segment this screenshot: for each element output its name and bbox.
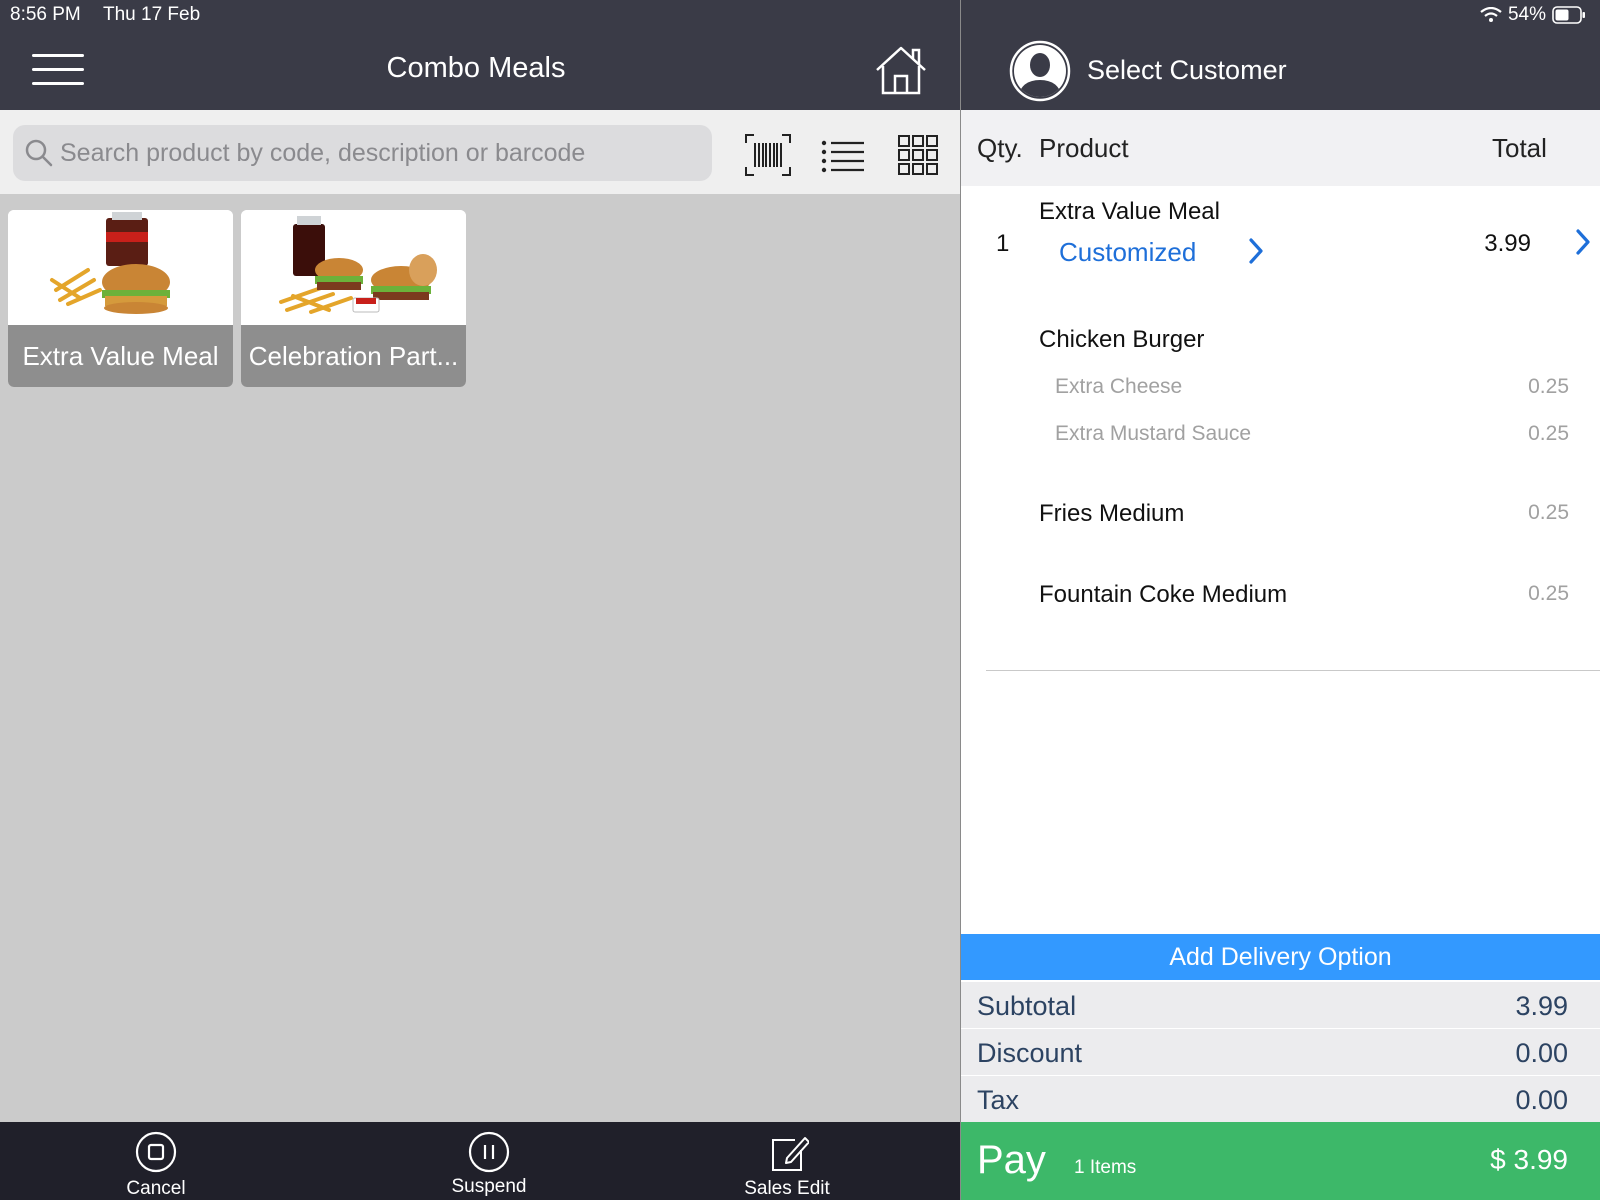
- cancel-label: Cancel: [126, 1178, 186, 1199]
- cart-column-headers: Qty. Product Total: [961, 110, 1600, 186]
- suspend-label: Suspend: [451, 1176, 527, 1197]
- line-qty: 1: [996, 230, 1010, 257]
- cart-divider: [986, 670, 1600, 671]
- edit-icon: [772, 1137, 809, 1171]
- modifier-price: 0.25: [1528, 422, 1569, 445]
- list-view-icon[interactable]: [820, 133, 868, 177]
- product-tile[interactable]: Celebration Part...: [241, 210, 466, 387]
- wifi-icon: [1480, 7, 1502, 22]
- component-name: Fries Medium: [1039, 500, 1185, 527]
- line-product-name: Extra Value Meal: [1039, 198, 1220, 225]
- battery-icon: [1552, 6, 1585, 24]
- subtotal-row: Subtotal 3.99: [961, 982, 1600, 1028]
- search-icon: [25, 139, 53, 167]
- customized-link[interactable]: Customized: [1059, 237, 1196, 268]
- pause-icon: [468, 1131, 510, 1173]
- cancel-button[interactable]: Cancel: [76, 1122, 236, 1200]
- subtotal-label: Subtotal: [977, 991, 1077, 1021]
- discount-label: Discount: [977, 1038, 1083, 1068]
- suspend-button[interactable]: Suspend: [409, 1122, 569, 1200]
- cart-pane: 54% Select Customer Qty. Product Total 1…: [961, 0, 1600, 1200]
- subtotal-value: 3.99: [1515, 991, 1568, 1021]
- stop-icon: [135, 1131, 177, 1173]
- sales-edit-label: Sales Edit: [744, 1178, 830, 1199]
- product-tile[interactable]: Extra Value Meal: [8, 210, 233, 387]
- product-tile-label: Celebration Part...: [241, 325, 466, 387]
- search-input[interactable]: [60, 133, 700, 173]
- barcode-scan-icon[interactable]: [744, 133, 792, 177]
- pay-total: $ 3.99: [1490, 1144, 1568, 1175]
- product-tile-label: Extra Value Meal: [8, 325, 233, 387]
- customer-avatar-icon[interactable]: [1009, 40, 1071, 102]
- page-title: Combo Meals: [386, 52, 566, 84]
- select-customer-button[interactable]: Select Customer: [1087, 55, 1287, 86]
- product-column-header: Product: [1039, 133, 1129, 163]
- search-bar: [0, 110, 960, 194]
- grid-view-icon[interactable]: [896, 133, 944, 177]
- right-header: 54% Select Customer: [961, 0, 1600, 110]
- chevron-right-icon[interactable]: [1247, 237, 1265, 265]
- tax-label: Tax: [977, 1085, 1020, 1115]
- component-price: 0.25: [1528, 582, 1569, 605]
- modifier-name: Extra Mustard Sauce: [1055, 422, 1252, 445]
- pay-item-count: 1 Items: [1074, 1157, 1137, 1178]
- product-pane: 8:56 PM Thu 17 Feb Combo Meals Search pr…: [0, 0, 960, 1200]
- add-delivery-option-button[interactable]: Add Delivery Option: [961, 934, 1600, 980]
- status-date: Thu 17 Feb: [103, 4, 201, 25]
- discount-value: 0.00: [1515, 1038, 1568, 1068]
- modifier-price: 0.25: [1528, 375, 1569, 398]
- product-image: [241, 210, 466, 325]
- total-column-header: Total: [1492, 133, 1547, 163]
- component-name: Chicken Burger: [1039, 326, 1205, 353]
- home-icon[interactable]: [873, 44, 929, 96]
- tax-row: Tax 0.00: [961, 1076, 1600, 1122]
- battery-percent: 54%: [1507, 4, 1546, 25]
- line-detail-chevron-icon[interactable]: [1574, 228, 1592, 256]
- search-box: [13, 125, 712, 181]
- status-indicators: 54%: [1480, 4, 1586, 26]
- status-time: 8:56 PM: [10, 4, 81, 25]
- tax-value: 0.00: [1515, 1085, 1568, 1115]
- component-name: Fountain Coke Medium: [1039, 581, 1288, 608]
- product-image: [8, 210, 233, 325]
- sales-edit-button[interactable]: Sales Edit: [707, 1122, 867, 1200]
- line-total: 3.99: [1484, 230, 1531, 257]
- qty-column-header: Qty.: [977, 133, 1023, 163]
- pay-button[interactable]: Pay 1 Items $ 3.99: [961, 1122, 1600, 1200]
- bottom-action-bar: Cancel Suspend Sales Edit: [0, 1122, 960, 1200]
- modifier-name: Extra Cheese: [1055, 375, 1183, 398]
- left-header: 8:56 PM Thu 17 Feb Combo Meals: [0, 0, 960, 110]
- pay-label: Pay: [977, 1138, 1046, 1182]
- component-price: 0.25: [1528, 501, 1569, 524]
- discount-row[interactable]: Discount 0.00: [961, 1029, 1600, 1075]
